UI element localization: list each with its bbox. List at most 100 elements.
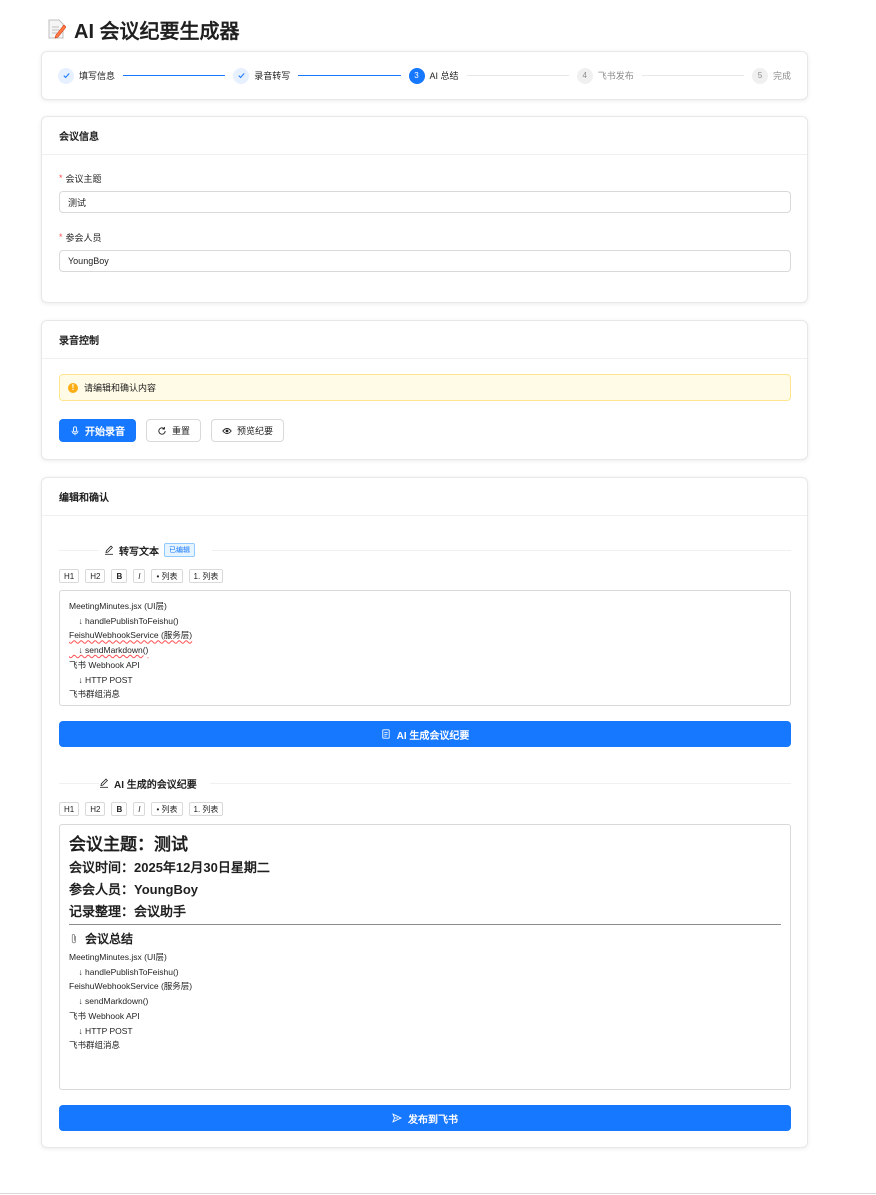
bullet-list-button[interactable]: • 列表 (151, 802, 183, 816)
topic-label-row: * 会议主题 (59, 172, 791, 184)
step-feishu-publish: 4 飞书发布 (576, 67, 634, 84)
summary-recorder: 记录整理：会议助手 (69, 904, 187, 919)
publish-feishu-button[interactable]: 发布到飞书 (59, 1105, 791, 1131)
h1-button[interactable]: H1 (59, 569, 80, 583)
summary-body: MeetingMinutes.jsx (UI层) ↓ handlePublish… (69, 952, 193, 1051)
step-label: 飞书发布 (597, 71, 634, 81)
topic-label: 会议主题 (65, 173, 102, 184)
numbered-list-button[interactable]: 1. 列表 (188, 802, 224, 816)
step-done: 5 完成 (752, 67, 792, 84)
h2-button[interactable]: H2 (85, 569, 106, 583)
document-icon (381, 729, 390, 739)
reset-button[interactable]: 重置 (146, 419, 202, 442)
summary-toolbar: H1 H2 B I • 列表 1. 列表 (59, 802, 224, 816)
summary-attendees: 参会人员：YoungBoy (69, 882, 199, 897)
step-fill-info: 填写信息 (58, 67, 116, 84)
paperclip-icon (71, 933, 76, 944)
alert-text: 请编辑和确认内容 (84, 383, 157, 393)
step-ai-summary: 3 AI 总结 (408, 67, 459, 84)
summary-heading: AI 生成的会议纪要 (99, 776, 198, 791)
step-connector (466, 75, 569, 76)
bullet-list-button[interactable]: • 列表 (151, 569, 183, 583)
card-title: 编辑和确认 (42, 478, 807, 516)
send-icon (392, 1113, 402, 1123)
card-title: 录音控制 (42, 321, 807, 359)
required-mark: * (59, 232, 63, 242)
check-icon (58, 67, 74, 84)
divider-line (59, 549, 99, 551)
progress-steps: 填写信息 录音转写 3 AI 总结 4 飞书发布 5 完成 (41, 51, 808, 100)
transcript-line: 飞书 Webhook API (69, 659, 140, 670)
divider-line (209, 782, 791, 784)
transcript-line: ↓ sendMarkdown() (69, 645, 149, 656)
card-title: 会议信息 (42, 117, 807, 155)
summary-editor[interactable]: 会议主题：测试 会议时间：2025年12月30日星期二 参会人员：YoungBo… (59, 824, 791, 1090)
memo-icon (48, 19, 66, 39)
start-recording-button[interactable]: 开始录音 (59, 419, 136, 442)
numbered-list-button[interactable]: 1. 列表 (188, 569, 224, 583)
info-alert: ! 请编辑和确认内容 (59, 374, 791, 401)
summary-time: 会议时间：2025年12月30日星期二 (69, 860, 270, 875)
summary-title: AI 生成的会议纪要 (114, 779, 197, 791)
step-connector (123, 75, 226, 76)
summary-section-heading: 会议总结 (69, 928, 781, 950)
preview-minutes-button[interactable]: 预览纪要 (211, 419, 285, 442)
transcript-editor[interactable]: MeetingMinutes.jsx (UI层) ↓ handlePublish… (59, 590, 791, 706)
button-label: 预览纪要 (237, 426, 274, 436)
meeting-info-card: 会议信息 * 会议主题 测试 * 参会人员 YoungBoy (41, 116, 808, 303)
topic-input[interactable]: 测试 (59, 191, 791, 213)
transcript-title: 转写文本 (119, 546, 159, 558)
step-transcribe: 录音转写 (233, 67, 291, 84)
exclamation-icon: ! (68, 382, 78, 393)
transcript-line: 飞书群组消息 (69, 689, 121, 700)
button-label: 发布到飞书 (408, 1114, 458, 1126)
edited-badge: 已编辑 (164, 543, 195, 557)
page-bottom-rule (0, 1193, 876, 1194)
summary-section-title: 会议总结 (85, 932, 134, 946)
transcript-toolbar: H1 H2 B I • 列表 1. 列表 (59, 569, 224, 583)
required-mark: * (59, 173, 63, 183)
transcript-line: ↓ handlePublishToFeishu() (69, 615, 179, 626)
step-number: 4 (576, 67, 593, 84)
topic-field: * 会议主题 测试 (59, 172, 791, 213)
step-label: 完成 (773, 71, 792, 81)
h2-button[interactable]: H2 (85, 802, 106, 816)
italic-button[interactable]: I (133, 569, 146, 583)
bold-button[interactable]: B (111, 569, 128, 583)
button-label: AI 生成会议纪要 (396, 730, 470, 742)
transcript-line: FeishuWebhookService (服务层) (69, 630, 193, 641)
summary-divider: AI 生成的会议纪要 (59, 776, 791, 791)
button-label: 重置 (172, 426, 191, 436)
check-icon (233, 67, 250, 84)
summary-divider-rule (69, 924, 781, 925)
step-number: 5 (752, 67, 768, 84)
transcript-divider: 转写文本 已编辑 (59, 543, 791, 558)
transcript-line: MeetingMinutes.jsx (UI层) (69, 601, 167, 611)
attendees-label-row: * 参会人员 (59, 231, 791, 243)
edit-confirm-card: 编辑和确认 转写文本 已编辑 H1 H2 B I • 列表 1. 列表 Meet… (41, 477, 808, 1148)
recording-card: 录音控制 ! 请编辑和确认内容 开始录音 重置 预览纪要 (41, 320, 808, 460)
step-label: AI 总结 (429, 71, 459, 81)
summary-h1: 会议主题：测试 (69, 835, 188, 854)
attendees-label: 参会人员 (65, 232, 102, 243)
transcript-heading: 转写文本 已编辑 (99, 543, 196, 558)
transcript-line: ↓ HTTP POST (69, 674, 133, 685)
step-label: 录音转写 (254, 71, 291, 81)
bold-button[interactable]: B (111, 802, 128, 816)
button-label: 开始录音 (85, 427, 125, 438)
attendees-input[interactable]: YoungBoy (59, 250, 791, 272)
step-connector (298, 75, 401, 76)
italic-button[interactable]: I (133, 802, 146, 816)
step-label: 填写信息 (79, 71, 116, 81)
edit-icon (105, 545, 113, 555)
divider-line (59, 782, 99, 784)
ai-generate-button[interactable]: AI 生成会议纪要 (59, 721, 791, 747)
microphone-icon (71, 425, 79, 435)
divider-line (212, 549, 791, 551)
h1-button[interactable]: H1 (59, 802, 80, 816)
recording-actions: 开始录音 重置 预览纪要 (59, 419, 285, 442)
page-title: AI 会议纪要生成器 (74, 20, 240, 43)
step-connector (641, 75, 744, 76)
edit-icon (100, 778, 108, 788)
attendees-field: * 参会人员 YoungBoy (59, 231, 791, 272)
